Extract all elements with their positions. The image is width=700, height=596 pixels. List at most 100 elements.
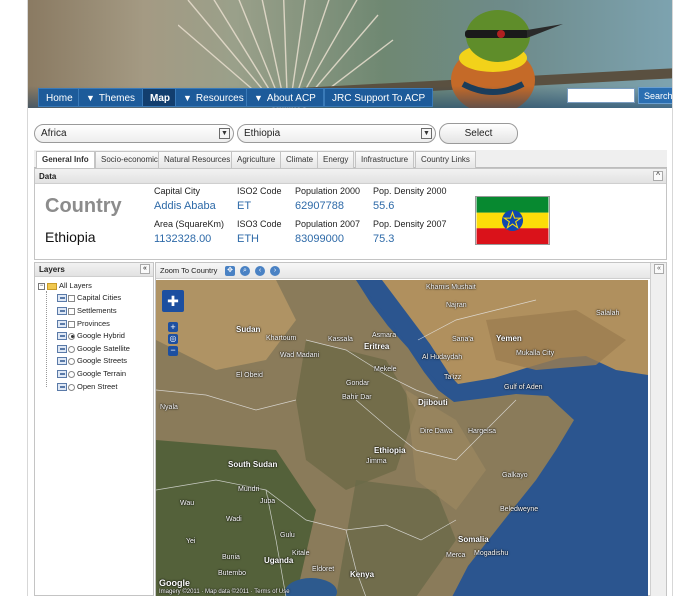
layer-label: Google Terrain [77, 369, 127, 378]
search-button[interactable]: Search [638, 87, 672, 104]
collapse-icon[interactable]: ^ [653, 171, 663, 181]
tab-energy[interactable]: Energy [317, 151, 355, 168]
search-input[interactable] [567, 88, 635, 103]
map-label-mogadishu: Mogadishu [474, 550, 509, 557]
data-panel-title: Data [39, 172, 57, 181]
layer-radio[interactable] [68, 383, 75, 391]
chevron-down-icon[interactable]: ▼ [421, 128, 432, 139]
layer-label: Settlements [77, 306, 117, 315]
nav-resources-button[interactable]: ▼ Resources [175, 88, 252, 107]
layer-radio[interactable] [68, 345, 75, 353]
layer-root[interactable]: − All Layers [38, 280, 92, 291]
map-label-taizz: Ta'izz [444, 374, 462, 381]
area-value: 1132328.00 [154, 233, 212, 245]
map-label-yemen: Yemen [496, 334, 522, 343]
tab-infrastructure[interactable]: Infrastructure [355, 151, 415, 168]
tab-natural-resources[interactable]: Natural Resources [158, 151, 237, 168]
country-select-value: Ethiopia [244, 128, 281, 139]
map-side-collapse-bar[interactable]: « [650, 263, 666, 596]
tab-agriculture[interactable]: Agriculture [231, 151, 282, 168]
layer-item-google-satellite[interactable]: Google Satellite [57, 343, 130, 354]
layer-root-label: All Layers [59, 281, 92, 290]
pan-icon[interactable]: ✥ [225, 266, 235, 276]
layer-icon [57, 345, 67, 354]
chevron-down-icon[interactable]: ▼ [219, 128, 230, 139]
tab-general-info[interactable]: General Info [36, 151, 95, 169]
map-label-gulf-of-aden: Gulf of Aden [504, 384, 543, 391]
iso2-value: ET [237, 200, 252, 212]
page-frame: Home ▼ Themes Map ▼ Resources ▼ About ACP J… [27, 0, 673, 596]
layer-label: Google Satellite [77, 344, 130, 353]
layer-item-open-street[interactable]: Open Street [57, 381, 117, 392]
pop2000-label: Population 2000 [295, 186, 361, 196]
ethiopia-flag-image [475, 196, 550, 245]
layer-item-settlements[interactable]: Settlements [57, 305, 117, 316]
zoom-out-icon[interactable]: − [168, 346, 178, 356]
map-label-merca: Merca [446, 552, 466, 559]
layer-radio-selected[interactable] [68, 332, 75, 340]
layer-icon [57, 332, 67, 341]
data-panel-header: Data ^ [35, 169, 666, 184]
map-label-nyala: Nyala [160, 404, 178, 411]
pan-control-icon[interactable]: ✚ [162, 290, 184, 312]
map-label-jimma: Jimma [366, 458, 387, 465]
map-label-al-hudaydah: Al Hudaydah [422, 354, 463, 361]
layer-checkbox[interactable] [68, 294, 75, 302]
country-name: Ethiopia [45, 229, 96, 245]
layer-item-provinces[interactable]: Provinces [57, 318, 110, 329]
back-arrow-icon[interactable]: ‹ [255, 266, 265, 276]
map-label-eldoret: Eldoret [312, 566, 335, 573]
map-toolbar: Zoom To Country ✥ ⌕ ‹ › [156, 263, 666, 279]
zoom-to-country-button[interactable]: Zoom To Country [160, 266, 217, 275]
layer-item-google-streets[interactable]: Google Streets [57, 355, 127, 366]
globe-icon[interactable]: ◎ [168, 334, 178, 344]
tab-climate[interactable]: Climate [280, 151, 320, 168]
layer-icon [57, 383, 67, 392]
map-label-yei: Yei [186, 538, 196, 545]
forward-arrow-icon[interactable]: › [270, 266, 280, 276]
double-chevron-left-icon[interactable]: « [654, 264, 664, 274]
map-label-juba: Juba [260, 498, 276, 505]
map-label-asmara: Asmara [372, 332, 397, 339]
nav-home-button[interactable]: Home [38, 88, 81, 107]
region-select[interactable]: Africa ▼ [34, 124, 234, 143]
nav-themes-button[interactable]: ▼ Themes [78, 88, 144, 107]
area-label: Area (SquareKm) [154, 219, 225, 229]
layer-item-google-hybrid[interactable]: Google Hybrid [57, 330, 125, 341]
triangle-down-icon: ▼ [254, 93, 263, 103]
layer-item-capital-cities[interactable]: Capital Cities [57, 292, 121, 303]
map-label-khartoum: Khartoum [266, 335, 297, 342]
map-label-gulu: Gulu [280, 532, 295, 539]
map-label-bahir-dar: Bahir Dar [342, 394, 372, 401]
map-label-kenya: Kenya [350, 570, 375, 579]
collapse-tree-icon[interactable]: − [38, 282, 45, 290]
map-label-mukalla: Mukalla City [516, 350, 555, 357]
iso2-label: ISO2 Code [237, 186, 282, 196]
map-label-ethiopia: Ethiopia [374, 446, 406, 455]
map-label-khamis-mushait: Khamis Mushait [426, 284, 476, 291]
nav-map-button[interactable]: Map [142, 88, 178, 107]
zoom-in-icon[interactable]: + [168, 322, 178, 332]
tab-country-links[interactable]: Country Links [415, 151, 476, 168]
nav-home-label: Home [46, 93, 73, 104]
layer-radio[interactable] [68, 370, 75, 378]
layer-item-google-terrain[interactable]: Google Terrain [57, 368, 126, 379]
layer-icon [57, 307, 67, 316]
pop2000-value: 62907788 [295, 200, 344, 212]
layers-panel-title: Layers [39, 265, 65, 274]
density2007-value: 75.3 [373, 233, 395, 245]
layer-checkbox[interactable] [68, 307, 75, 315]
layer-checkbox[interactable] [68, 320, 75, 328]
select-button[interactable]: Select [439, 123, 518, 144]
layer-radio[interactable] [68, 357, 75, 365]
nav-jrc-button[interactable]: JRC Support To ACP [324, 88, 434, 107]
map-label-djibouti: Djibouti [418, 398, 448, 407]
zoom-box-icon[interactable]: ⌕ [240, 266, 250, 276]
map-view[interactable]: Sudan Eritrea Yemen Djibouti Ethiopia So… [156, 280, 648, 596]
map-label-wad-madani: Wad Madani [280, 352, 320, 359]
tab-socio-economic[interactable]: Socio-economic [95, 151, 164, 168]
layer-icon [57, 294, 67, 303]
double-chevron-left-icon[interactable]: « [140, 264, 150, 274]
country-select[interactable]: Ethiopia ▼ [237, 124, 436, 143]
nav-about-button[interactable]: ▼ About ACP [246, 88, 324, 107]
